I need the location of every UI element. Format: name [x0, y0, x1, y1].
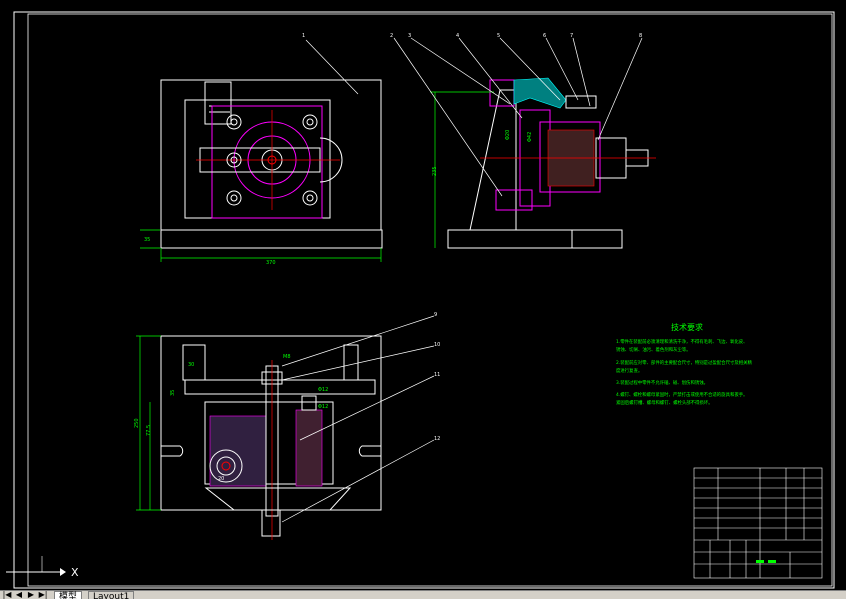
- ucs-x-label: X: [71, 566, 79, 579]
- dim-35-front: 35: [170, 390, 176, 396]
- svg-text:度进行复查。: 度进行复查。: [616, 367, 642, 374]
- dim-phi42: Φ42: [527, 132, 533, 142]
- dim-235: 235: [432, 166, 438, 176]
- side-view: 235 Φ20 Φ42: [305, 37, 656, 249]
- svg-text:6: 6: [543, 33, 546, 39]
- svg-text:8: 8: [639, 33, 642, 39]
- title-block: [693, 467, 823, 579]
- dim-35-top: 35: [144, 237, 150, 243]
- dim-phi12b: Φ12: [318, 404, 328, 410]
- svg-text:2.装配前应对零、部件的主要配合尺寸，特别是过盈配合尺寸及相: 2.装配前应对零、部件的主要配合尺寸，特别是过盈配合尺寸及相关精: [616, 359, 753, 366]
- dim-370: 370: [266, 260, 276, 266]
- svg-text:锈蚀、切屑、油污、着色剂和灰尘等。: 锈蚀、切屑、油污、着色剂和灰尘等。: [616, 346, 691, 353]
- dim-m8: M8: [283, 354, 291, 360]
- svg-text:7: 7: [570, 33, 573, 39]
- svg-text:9: 9: [434, 312, 437, 318]
- dim-phi12a: Φ12: [318, 387, 328, 393]
- svg-text:3: 3: [408, 33, 411, 39]
- svg-text:1.零件在装配前必须清理和清洗干净，不得有毛刺、飞边、氧化皮: 1.零件在装配前必须清理和清洗干净，不得有毛刺、飞边、氧化皮、: [616, 338, 748, 345]
- dim-30: 30: [188, 362, 194, 368]
- svg-text:11: 11: [434, 372, 440, 378]
- svg-text:5: 5: [497, 33, 500, 39]
- sheet-outer-border: [13, 11, 835, 589]
- balloons-top: 1 2 3 4 5 6 7 8: [302, 33, 642, 39]
- svg-text:1: 1: [302, 33, 305, 39]
- front-view: 250 77.5 35 30 M8 Φ12 Φ12 20: [134, 315, 435, 540]
- dim-250: 250: [134, 418, 140, 428]
- dim-phi20: Φ20: [505, 130, 511, 140]
- cad-drawing: 370 35 235 Φ20 Φ42 1 2 3 4 5 6 7 8 250 7…: [6, 11, 835, 589]
- drawing-canvas[interactable]: 370 35 235 Φ20 Φ42 1 2 3 4 5 6 7 8 250 7…: [0, 0, 846, 590]
- tech-req-title: 技术要求: [671, 322, 703, 332]
- svg-text:10: 10: [434, 342, 440, 348]
- dim-20: 20: [218, 476, 224, 482]
- technical-requirements: 技术要求 1.零件在装配前必须清理和清洗干净，不得有毛刺、飞边、氧化皮、 锈蚀、…: [616, 322, 753, 406]
- top-view: 370 35: [140, 79, 383, 266]
- svg-text:4.螺钉、螺栓和螺母紧固时，严禁打击或使用不合适的旋具和扳手: 4.螺钉、螺栓和螺母紧固时，严禁打击或使用不合适的旋具和扳手。: [616, 391, 748, 398]
- svg-text:4: 4: [456, 33, 459, 39]
- svg-text:12: 12: [434, 436, 440, 442]
- sheet-inner-border: [27, 13, 833, 587]
- balloons-bottom: 9 10 11 12: [434, 312, 440, 442]
- ucs-icon: X: [6, 556, 79, 579]
- svg-text:2: 2: [390, 33, 393, 39]
- svg-text:紧固后螺钉槽、螺母和螺钉、螺栓头部不得损坏。: 紧固后螺钉槽、螺母和螺钉、螺栓头部不得损坏。: [616, 399, 713, 406]
- svg-text:3.装配过程中零件不允许磕、碰、划伤和锈蚀。: 3.装配过程中零件不允许磕、碰、划伤和锈蚀。: [616, 379, 708, 386]
- top-view-base: [160, 79, 382, 231]
- dim-77-5: 77.5: [146, 425, 152, 436]
